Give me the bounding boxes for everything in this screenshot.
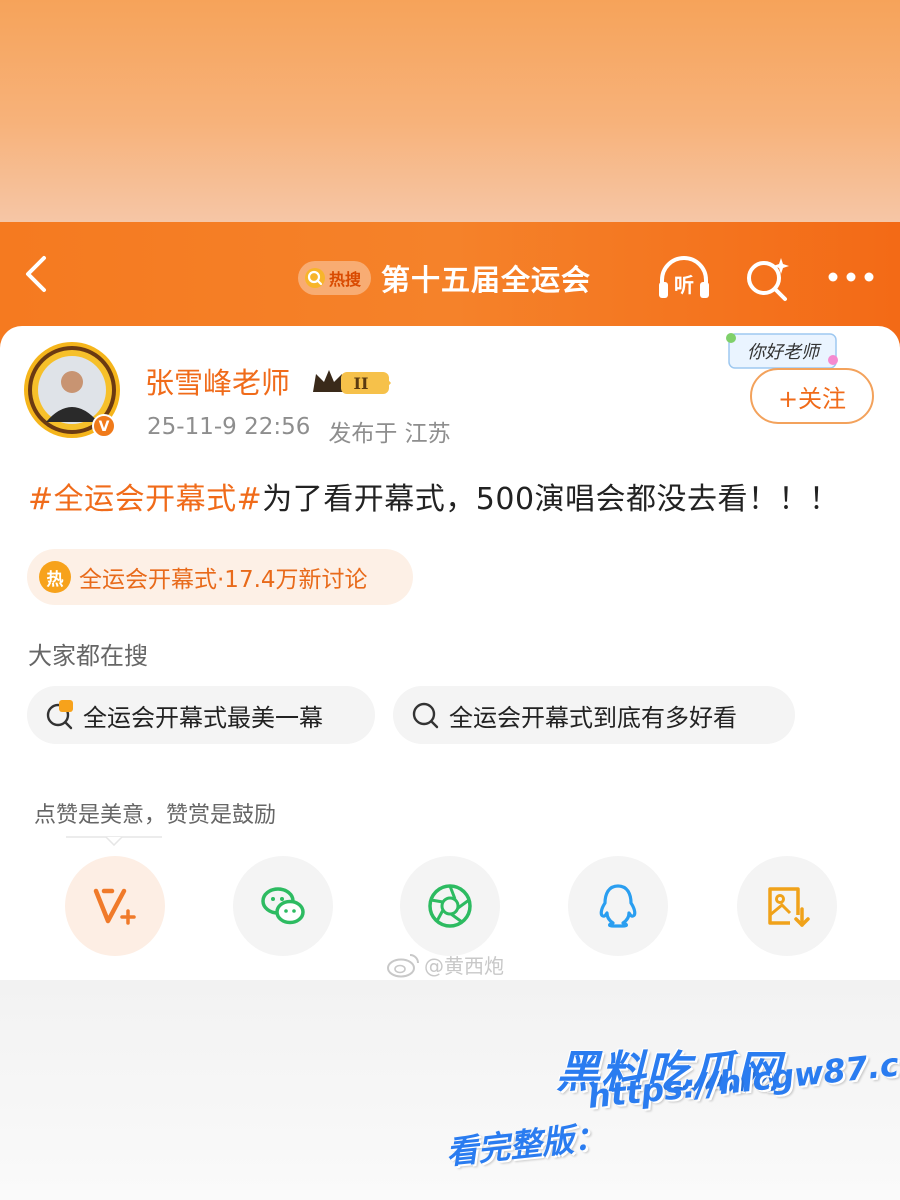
save-image-icon bbox=[768, 887, 810, 927]
svg-text:V: V bbox=[99, 419, 110, 435]
weibo-watermark: @黄西炮 bbox=[386, 950, 504, 979]
trending-search-heading: 大家都在搜 bbox=[28, 642, 148, 670]
post-meta: 25-11-9 22:56 发布于 江苏 bbox=[147, 414, 451, 448]
post-body: #全运会开幕式#为了看开幕式，500演唱会都没去看！！！ bbox=[28, 474, 878, 518]
weibo-logo-icon bbox=[387, 953, 419, 977]
more-options-icon[interactable] bbox=[826, 270, 876, 284]
hot-search-label: 热搜 bbox=[329, 270, 362, 289]
hot-topic-chip[interactable]: 热 全运会开幕式·17.4万新讨论 bbox=[27, 549, 413, 605]
search-icon bbox=[412, 702, 439, 729]
hot-topic-icon: 热 bbox=[39, 561, 71, 593]
reward-tip: 点赞是美意，赞赏是鼓励 bbox=[34, 803, 277, 828]
trending-search-text-1: 全运会开幕式最美一幕 bbox=[83, 703, 323, 732]
post-hashtag[interactable]: #全运会开幕式# bbox=[28, 482, 262, 517]
vip-crown-badge[interactable]: II bbox=[311, 366, 393, 398]
wechat-icon bbox=[261, 887, 305, 925]
search-icon[interactable] bbox=[743, 256, 791, 304]
trending-search-text-2: 全运会开幕式到底有多好看 bbox=[449, 703, 737, 732]
hot-topic-label: 全运会开幕式·17.4万新讨论 bbox=[79, 567, 368, 593]
vip-level: II bbox=[354, 374, 369, 393]
hello-teacher-sticker: 你好老师 bbox=[726, 333, 838, 369]
save-image-button[interactable] bbox=[737, 856, 837, 956]
post-date: 25-11-9 22:56 bbox=[147, 414, 311, 440]
weibo-handle: @黄西炮 bbox=[424, 954, 504, 978]
share-wechat-button[interactable] bbox=[233, 856, 333, 956]
post-body-text: 为了看开幕式，500演唱会都没去看！！！ bbox=[262, 482, 840, 517]
hot-search-icon bbox=[46, 700, 73, 730]
title-wrap: 热搜 第十五届全运会 bbox=[298, 258, 591, 298]
hot-search-q-icon bbox=[305, 268, 325, 288]
header-row: 热搜 第十五届全运会 听 bbox=[0, 222, 900, 332]
page-title: 第十五届全运会 bbox=[381, 263, 592, 297]
tip-pointer bbox=[66, 836, 162, 846]
share-moments-button[interactable] bbox=[400, 856, 500, 956]
top-background bbox=[0, 0, 900, 222]
author-name[interactable]: 张雪峰老师 bbox=[145, 360, 290, 402]
trending-search-chip-1[interactable]: 全运会开幕式最美一幕 bbox=[27, 686, 375, 744]
moments-aperture-icon bbox=[428, 884, 472, 928]
trending-search-chip-2[interactable]: 全运会开幕式到底有多好看 bbox=[393, 686, 795, 744]
avatar[interactable]: V bbox=[22, 340, 122, 440]
reward-button[interactable] bbox=[65, 856, 165, 956]
listen-label: 听 bbox=[674, 273, 694, 297]
v-plus-icon bbox=[93, 888, 136, 925]
follow-button[interactable]: +关注 bbox=[750, 368, 874, 424]
sticker-text: 你好老师 bbox=[747, 342, 822, 363]
qq-penguin-icon bbox=[599, 884, 637, 928]
share-qq-button[interactable] bbox=[568, 856, 668, 956]
hot-search-badge[interactable]: 热搜 bbox=[298, 261, 372, 295]
post-location: 发布于 江苏 bbox=[328, 421, 451, 447]
back-arrow-icon[interactable] bbox=[18, 254, 58, 294]
listen-headphone-icon[interactable]: 听 bbox=[656, 254, 712, 302]
